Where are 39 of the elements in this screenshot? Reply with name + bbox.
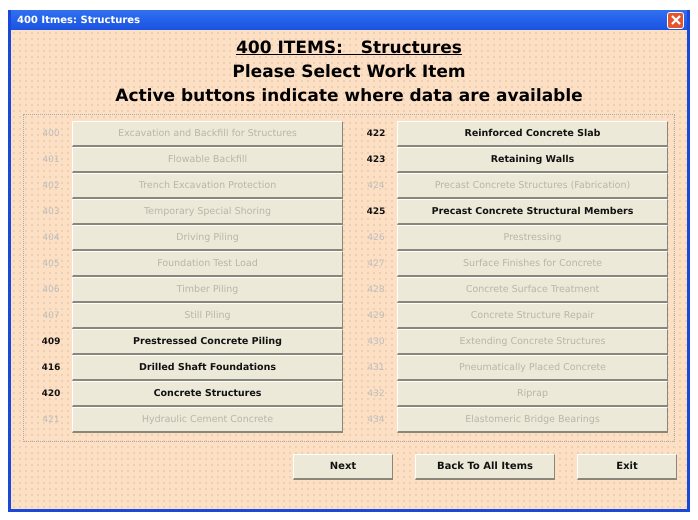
item-code: 431 — [366, 363, 386, 373]
item-code: 409 — [40, 337, 62, 347]
item-code: 420 — [40, 389, 62, 399]
item-code: 432 — [366, 389, 386, 399]
window-title: 400 Itmes: Structures — [17, 14, 140, 26]
work-item-button[interactable]: Concrete Structures — [72, 381, 343, 407]
item-code: 427 — [366, 259, 386, 269]
action-button[interactable]: Next — [293, 454, 393, 480]
item-code: 428 — [366, 285, 386, 295]
form-subtitle: Please Select Work Item — [232, 61, 466, 84]
action-button[interactable]: Exit — [577, 454, 677, 480]
item-code: 407 — [41, 311, 61, 321]
item-code: 400 — [41, 129, 61, 139]
item-code: 402 — [41, 181, 61, 191]
close-icon — [670, 14, 682, 26]
item-code: 423 — [366, 155, 386, 165]
item-code: 430 — [366, 337, 386, 347]
work-item-button[interactable]: Drilled Shaft Foundations — [72, 355, 343, 381]
work-item-button[interactable]: Reinforced Concrete Slab — [397, 121, 668, 147]
item-code: 403 — [41, 207, 61, 217]
work-item-button[interactable]: Prestressed Concrete Piling — [72, 329, 343, 355]
item-code: 434 — [366, 415, 386, 425]
item-code: 424 — [366, 181, 386, 191]
item-code: 426 — [366, 233, 386, 243]
item-code: 429 — [366, 311, 386, 321]
item-code: 425 — [366, 207, 386, 217]
item-code: 401 — [41, 155, 61, 165]
item-code: 405 — [41, 259, 61, 269]
item-code: 416 — [40, 363, 62, 373]
item-code: 422 — [366, 129, 386, 139]
item-code: 404 — [41, 233, 61, 243]
work-item-button[interactable]: Retaining Walls — [397, 147, 668, 173]
work-item-button[interactable]: Precast Concrete Structural Members — [397, 199, 668, 225]
form-note: Active buttons indicate where data are available — [115, 85, 583, 108]
action-button[interactable]: Back To All Items — [415, 454, 555, 480]
item-code: 406 — [41, 285, 61, 295]
close-button[interactable] — [667, 12, 684, 28]
form-heading: 400 ITEMS: Structures — [236, 37, 462, 60]
item-code: 421 — [41, 415, 61, 425]
